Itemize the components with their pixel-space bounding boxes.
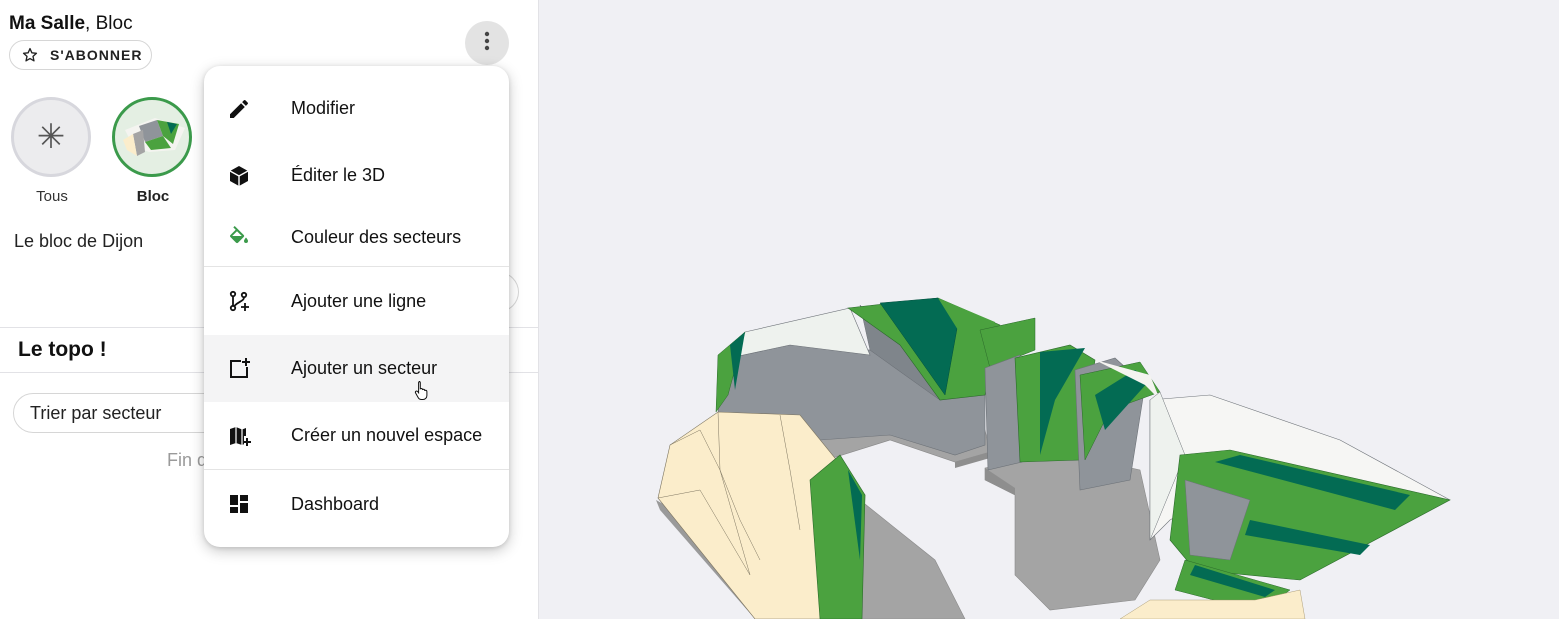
map-plus-icon: [226, 423, 252, 449]
menu-item-label: Ajouter un secteur: [291, 358, 438, 378]
more-options-button[interactable]: [465, 21, 509, 65]
menu-item-label: Éditer le 3D: [291, 165, 386, 185]
hand-cursor-icon: [414, 381, 428, 400]
star-outline-icon: [21, 46, 39, 64]
space-description: Le bloc de Dijon: [14, 231, 144, 251]
menu-item-label: Dashboard: [291, 493, 380, 514]
dashboard-icon: [226, 491, 252, 517]
sort-label: Trier par secteur: [30, 402, 162, 423]
more-vert-icon: [484, 31, 490, 56]
cube-icon: [226, 163, 252, 189]
3d-viewer[interactable]: [539, 0, 1559, 619]
end-of-list-text: Fin d: [167, 450, 208, 470]
menu-item-modifier[interactable]: Modifier: [204, 75, 509, 142]
square-plus-icon: [226, 356, 252, 382]
bloc-thumbnail: [123, 118, 185, 156]
space-bloc-label: Bloc: [136, 188, 170, 205]
menu-item-couleur-secteurs[interactable]: Couleur des secteurs: [204, 209, 509, 266]
topo-title: Le topo !: [18, 338, 107, 361]
paint-bucket-icon: [226, 225, 252, 251]
asterisk-icon: ✳: [36, 118, 66, 156]
space-tous-label: Tous: [36, 188, 68, 205]
source-branch-plus-icon: [226, 288, 252, 314]
menu-item-ajouter-ligne[interactable]: Ajouter une ligne: [204, 267, 509, 335]
subscribe-label: S'ABONNER: [50, 47, 143, 63]
subscribe-button[interactable]: S'ABONNER: [9, 40, 152, 70]
menu-item-label: Modifier: [291, 98, 356, 118]
menu-item-creer-espace[interactable]: Créer un nouvel espace: [204, 402, 509, 469]
menu-item-label: Créer un nouvel espace: [291, 425, 483, 445]
space-bloc-button[interactable]: [112, 97, 192, 177]
pencil-icon: [226, 96, 252, 122]
context-menu: Modifier Éditer le 3D Couleur des secteu…: [204, 66, 509, 547]
page-title: Ma Salle, Bloc: [9, 13, 133, 34]
3d-wall-model[interactable]: [539, 0, 1559, 619]
menu-item-dashboard[interactable]: Dashboard: [204, 470, 509, 538]
menu-item-editer-3d[interactable]: Éditer le 3D: [204, 142, 509, 209]
menu-item-label: Couleur des secteurs: [291, 227, 462, 247]
space-tous-button[interactable]: ✳: [11, 97, 91, 177]
menu-item-ajouter-secteur[interactable]: Ajouter un secteur: [204, 335, 509, 402]
menu-item-label: Ajouter une ligne: [291, 290, 427, 311]
